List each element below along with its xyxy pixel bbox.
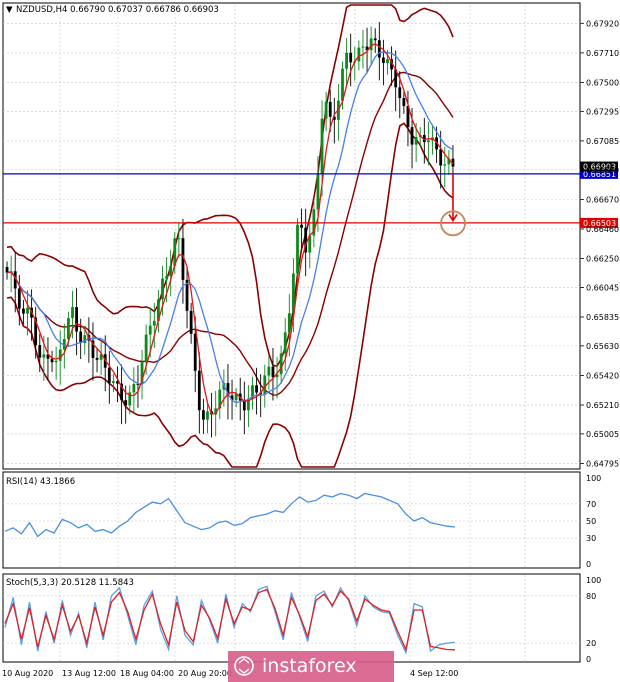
candle-body xyxy=(369,38,373,51)
stoch-tick-label: 20 xyxy=(586,639,596,648)
stoch-tick-label: 100 xyxy=(586,576,601,585)
candle-body xyxy=(242,400,246,411)
stoch-tick-label: 0 xyxy=(586,655,591,664)
candle-body xyxy=(267,366,271,376)
candle-body xyxy=(320,118,324,174)
candle-body xyxy=(144,334,148,363)
candle-body xyxy=(296,224,299,274)
x-axis-label: 4 Sep 12:00 xyxy=(410,669,458,678)
rsi-title: RSI(14) 43.1866 xyxy=(6,477,75,487)
rsi-panel xyxy=(2,471,581,569)
candle-body xyxy=(345,52,348,69)
candle-body xyxy=(75,307,78,332)
price-tick-label: 0.65835 xyxy=(586,313,619,322)
candle-body xyxy=(316,173,320,210)
price-tick-label: 0.65005 xyxy=(586,430,619,439)
candle-body xyxy=(357,47,361,62)
candle-body xyxy=(373,38,377,41)
candle-body xyxy=(402,98,406,107)
candle-body xyxy=(54,360,58,363)
candle-body xyxy=(414,137,418,145)
y-axis-labels: 0.67920 0.67710 0.67500 0.67295 0.67085 0.668… xyxy=(580,19,619,468)
candle-body xyxy=(197,370,201,411)
price-tick-label: 0.65420 xyxy=(586,371,619,380)
price-tick-label: 0.66880 xyxy=(586,166,619,175)
candle-body xyxy=(202,410,205,420)
price-tick-label: 0.66045 xyxy=(586,283,619,292)
candle-body xyxy=(161,278,164,300)
price-tick-label: 0.67295 xyxy=(586,107,619,116)
rsi-tick-label: 30 xyxy=(586,534,596,543)
candle-body xyxy=(152,320,156,326)
candle-body xyxy=(427,140,430,143)
candle-body xyxy=(439,149,443,166)
x-axis-label: 20 Aug 20:00 xyxy=(178,669,232,678)
candle-body xyxy=(71,307,74,319)
candle-body xyxy=(361,46,365,48)
candle-body xyxy=(287,313,291,333)
price-tick-label: 0.67500 xyxy=(586,78,619,87)
candle-body xyxy=(410,127,414,145)
candle-body xyxy=(382,57,385,64)
price-tick-label: 0.65630 xyxy=(586,342,619,351)
candle-body xyxy=(165,276,168,279)
candle-body xyxy=(349,52,353,63)
watermark-text: instaforex xyxy=(262,655,357,677)
x-axis-label: 13 Aug 12:00 xyxy=(62,669,116,678)
candle-body xyxy=(279,353,283,375)
candle-body xyxy=(38,345,42,358)
candle-body xyxy=(67,318,70,340)
candle-body xyxy=(255,385,258,393)
x-axis-label: 18 Aug 04:00 xyxy=(120,669,174,678)
price-tick-label: 0.66670 xyxy=(586,195,619,204)
rsi-tick-label: 0 xyxy=(586,560,591,569)
candle-body xyxy=(148,325,152,335)
candle-body xyxy=(189,310,193,334)
candle-body xyxy=(177,238,181,240)
price-tick-label: 0.65210 xyxy=(586,401,619,410)
candle-body xyxy=(300,224,303,228)
candle-body xyxy=(263,375,267,395)
candle-body xyxy=(193,333,197,371)
candle-body xyxy=(443,164,447,166)
symbol-dropdown-icon[interactable]: ▼ xyxy=(6,5,13,15)
candle-body xyxy=(386,59,389,64)
chart-canvas: 0.668510.665030.66903 0.679200.677100.67… xyxy=(2,2,619,682)
candle-body xyxy=(377,40,381,58)
candle-body xyxy=(42,354,46,358)
candle-body xyxy=(283,332,287,354)
price-panel xyxy=(2,2,581,470)
price-tick-label: 0.66250 xyxy=(586,255,619,264)
candle-body xyxy=(324,101,328,119)
candle-body xyxy=(398,87,402,99)
price-tick-label: 0.64795 xyxy=(586,459,619,468)
rsi-tick-label: 50 xyxy=(586,517,596,526)
stoch-tick-label: 80 xyxy=(586,592,596,601)
candle-body xyxy=(95,357,99,360)
candle-body xyxy=(271,366,275,378)
price-tick-label: 0.67710 xyxy=(586,49,619,58)
candle-body xyxy=(17,288,21,309)
rsi-tick-label: 70 xyxy=(586,500,596,509)
candle-body xyxy=(107,367,111,383)
candle-body xyxy=(83,335,87,343)
price-tick-label: 0.67920 xyxy=(586,19,619,28)
price-title: NZDUSD,H4 0.66790 0.67037 0.66786 0.6690… xyxy=(16,5,219,15)
candle-body xyxy=(328,101,332,117)
candle-body xyxy=(22,308,25,314)
candle-body xyxy=(124,400,128,406)
rsi-tick-label: 100 xyxy=(586,474,601,483)
price-tick-label: 0.66460 xyxy=(586,225,619,234)
price-tick-label: 0.67085 xyxy=(586,137,619,146)
x-axis-label: 10 Aug 2020 xyxy=(2,669,53,678)
candle-body xyxy=(26,307,29,314)
candle-body xyxy=(132,384,136,393)
candle-body xyxy=(58,349,62,361)
stoch-title: Stoch(5,3,3) 20.5128 11.5843 xyxy=(6,578,134,588)
candle-body xyxy=(206,411,209,420)
candle-body xyxy=(50,358,54,363)
candle-body xyxy=(112,381,115,383)
